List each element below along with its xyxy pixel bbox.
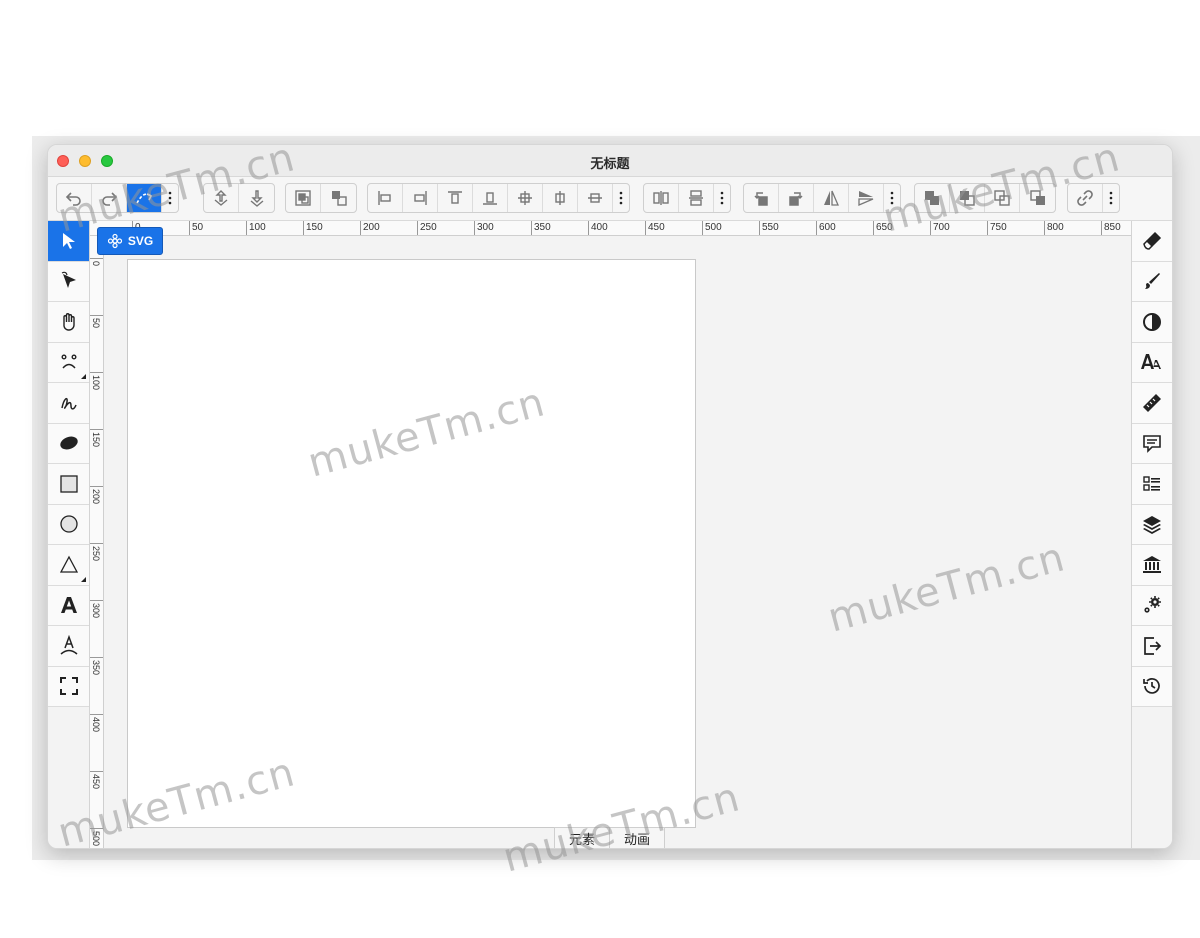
ruler-tick xyxy=(90,372,103,373)
align-bottom-icon[interactable] xyxy=(473,184,508,212)
ruler-label: 100 xyxy=(249,222,266,233)
svg-mode-label: SVG xyxy=(127,234,154,248)
ruler-label: 450 xyxy=(91,774,101,790)
library-icon[interactable] xyxy=(1132,545,1172,586)
horizontal-ruler: 0501001502002503003504004505005506006507… xyxy=(90,221,1133,236)
freehand-icon[interactable] xyxy=(48,383,89,424)
ruler-tick xyxy=(90,486,103,487)
ruler-label: 750 xyxy=(990,222,1007,233)
node-edit-icon[interactable] xyxy=(48,261,89,302)
rotate-right-icon[interactable] xyxy=(779,184,814,212)
ruler-label: 300 xyxy=(477,222,494,233)
flip-h-icon[interactable] xyxy=(814,184,849,212)
more-options-icon[interactable] xyxy=(714,184,730,212)
ruler-label: 350 xyxy=(91,660,101,676)
rect-icon[interactable] xyxy=(48,464,89,505)
more-options-icon[interactable] xyxy=(1103,184,1119,212)
face-icon[interactable] xyxy=(48,342,89,383)
toolbar-group-align xyxy=(367,183,630,213)
ruler-tick xyxy=(90,771,103,772)
ruler-label: 250 xyxy=(420,222,437,233)
brush-fill-icon[interactable] xyxy=(1132,221,1172,262)
circle-icon[interactable] xyxy=(48,504,89,545)
ruler-label: 600 xyxy=(819,222,836,233)
flower-icon xyxy=(107,233,122,249)
hand-icon[interactable] xyxy=(48,302,89,343)
ruler-label: 200 xyxy=(91,489,101,505)
ruler-tick xyxy=(90,429,103,430)
contrast-icon[interactable] xyxy=(1132,302,1172,343)
svg-mode-button[interactable]: SVG xyxy=(97,227,163,255)
ruler-label: 400 xyxy=(91,717,101,733)
ruler-label: 300 xyxy=(91,603,101,619)
font-size-icon[interactable] xyxy=(1132,342,1172,383)
ruler-label: 850 xyxy=(1104,222,1121,233)
ruler-tick xyxy=(90,714,103,715)
align-right-icon[interactable] xyxy=(403,184,438,212)
submenu-indicator xyxy=(81,576,86,582)
ruler-label: 800 xyxy=(1047,222,1064,233)
ruler-tick xyxy=(90,657,103,658)
layers-icon[interactable] xyxy=(1132,504,1172,545)
right-tool-panel xyxy=(1131,221,1172,848)
settings-icon[interactable] xyxy=(1132,585,1172,626)
submenu-indicator xyxy=(81,374,86,379)
ruler-label: 150 xyxy=(91,432,101,448)
toolbar-group-grouping xyxy=(285,183,357,213)
ruler-label: 500 xyxy=(705,222,722,233)
ruler-label: 50 xyxy=(192,222,204,233)
ruler-label: 0 xyxy=(91,261,101,267)
list-icon[interactable] xyxy=(1132,464,1172,505)
distribute-icon[interactable] xyxy=(578,184,613,212)
ruler-label: 100 xyxy=(91,375,101,391)
ruler-label: 150 xyxy=(306,222,323,233)
toolbar-group-distribute xyxy=(643,183,731,213)
distribute-h-icon[interactable] xyxy=(644,184,679,212)
ruler-tick xyxy=(90,315,103,316)
svg-canvas-page[interactable] xyxy=(127,259,696,828)
more-options-icon[interactable] xyxy=(613,184,629,212)
ruler-label: 350 xyxy=(534,222,551,233)
vertical-ruler: 0 50 100 150 200 250 300 350 400 450 500 xyxy=(90,236,104,848)
ungroup-icon[interactable] xyxy=(321,184,356,212)
export-icon[interactable] xyxy=(1132,626,1172,667)
brush-icon[interactable] xyxy=(1132,261,1172,302)
ruler-label: 50 xyxy=(91,318,101,329)
rotate-left-icon[interactable] xyxy=(744,184,779,212)
history-icon[interactable] xyxy=(1132,666,1172,707)
align-center-icon[interactable] xyxy=(508,184,543,212)
align-middle-icon[interactable] xyxy=(543,184,578,212)
ruler-label: 400 xyxy=(591,222,608,233)
align-left-icon[interactable] xyxy=(368,184,403,212)
ruler-label: 450 xyxy=(648,222,665,233)
ruler-label: 550 xyxy=(762,222,779,233)
ellipse-fill-icon[interactable] xyxy=(48,423,89,464)
text-icon[interactable] xyxy=(48,585,89,626)
ruler-tick xyxy=(90,258,103,259)
ruler-label: 250 xyxy=(91,546,101,562)
toolbar-group-transform xyxy=(743,183,901,213)
ruler-tick xyxy=(90,600,103,601)
group-icon[interactable] xyxy=(286,184,321,212)
fullscreen-icon[interactable] xyxy=(48,666,89,707)
app-window: 无标题 50 100 150 200 250 300 350 400 450 5… xyxy=(47,144,1173,849)
triangle-icon[interactable] xyxy=(48,545,89,586)
left-tool-panel xyxy=(48,221,90,848)
ruler-label: 200 xyxy=(363,222,380,233)
ruler-tick xyxy=(90,543,103,544)
align-top-icon[interactable] xyxy=(438,184,473,212)
comment-icon[interactable] xyxy=(1132,423,1172,464)
text-path-icon[interactable] xyxy=(48,626,89,667)
ruler-icon[interactable] xyxy=(1132,383,1172,424)
distribute-v-icon[interactable] xyxy=(679,184,714,212)
